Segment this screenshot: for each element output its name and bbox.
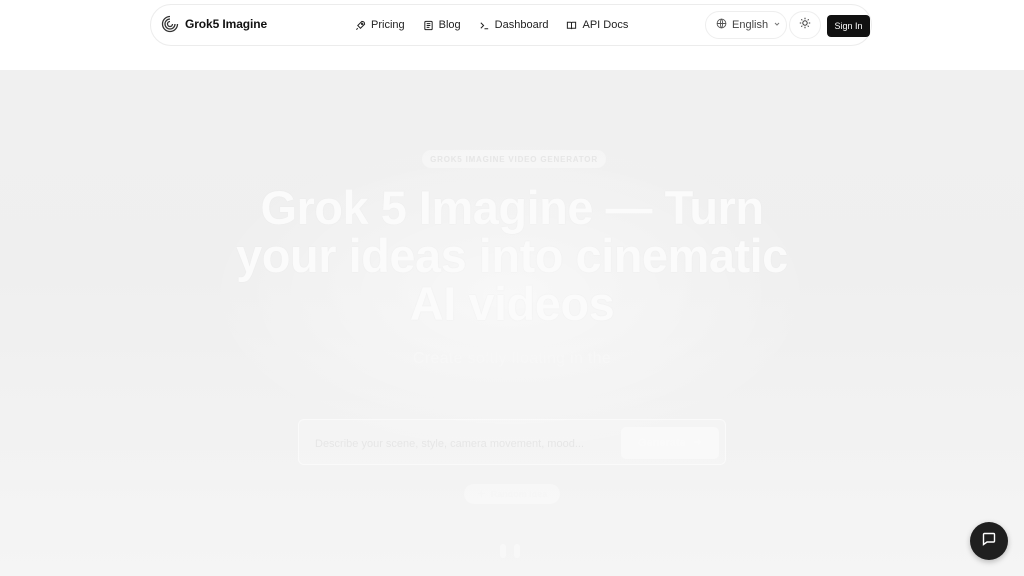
hero-subtitle: Create softly floating in the <box>412 350 612 367</box>
random-idea-button[interactable]: Random idea <box>464 484 560 504</box>
headline-line-2: your ideas into cinematic <box>236 229 788 282</box>
indicator-dot <box>514 544 520 558</box>
swirl-logo-icon <box>161 15 179 33</box>
language-select[interactable]: English <box>705 11 787 39</box>
prompt-box: Generate <box>298 419 726 465</box>
sign-in-button[interactable]: Sign In <box>827 15 870 37</box>
nav-blog-label: Blog <box>438 19 461 31</box>
chat-bubble-icon <box>981 531 997 552</box>
top-bar: Grok5 Imagine Pricing Blog Dashboard API… <box>0 0 1024 70</box>
language-value: English <box>732 19 769 31</box>
sun-icon <box>799 16 811 34</box>
generate-button[interactable]: Generate <box>621 427 719 459</box>
prompt-input[interactable] <box>313 434 617 454</box>
chevron-down-icon <box>773 19 781 31</box>
nav-api-docs-label: API Docs <box>582 19 629 31</box>
nav-links: Pricing Blog Dashboard API Docs <box>355 5 628 45</box>
hero-badge: GROK5 IMAGINE VIDEO GENERATOR <box>422 150 606 168</box>
random-idea-label: Random idea <box>490 489 548 499</box>
brand-name: Grok5 Imagine <box>185 17 268 31</box>
hero-section: GROK5 IMAGINE VIDEO GENERATOR Grok 5 Ima… <box>0 70 1024 576</box>
sparkle-icon <box>477 488 486 500</box>
nav-dashboard-label: Dashboard <box>494 19 549 31</box>
nav-pricing-label: Pricing <box>371 19 405 31</box>
headline-line-1: Grok 5 Imagine — Turn <box>260 181 764 234</box>
brand[interactable]: Grok5 Imagine <box>161 15 267 33</box>
navbar: Grok5 Imagine Pricing Blog Dashboard API… <box>150 4 872 46</box>
indicator-dot <box>500 544 506 558</box>
newspaper-icon <box>423 20 434 31</box>
nav-blog[interactable]: Blog <box>423 19 461 31</box>
generate-label: Generate <box>638 437 686 449</box>
arrow-right-icon <box>692 437 702 450</box>
theme-toggle[interactable] <box>789 11 821 39</box>
nav-dashboard[interactable]: Dashboard <box>479 19 549 31</box>
terminal-icon <box>479 20 490 31</box>
globe-icon <box>716 18 727 32</box>
nav-pricing[interactable]: Pricing <box>355 19 405 31</box>
hero-headline: Grok 5 Imagine — Turn your ideas into ci… <box>212 184 812 328</box>
book-icon <box>566 20 577 31</box>
chat-button[interactable] <box>970 522 1008 560</box>
scroll-indicator <box>500 544 520 558</box>
rocket-icon <box>355 20 366 31</box>
nav-api-docs[interactable]: API Docs <box>566 19 628 31</box>
headline-line-3: AI videos <box>409 277 615 330</box>
